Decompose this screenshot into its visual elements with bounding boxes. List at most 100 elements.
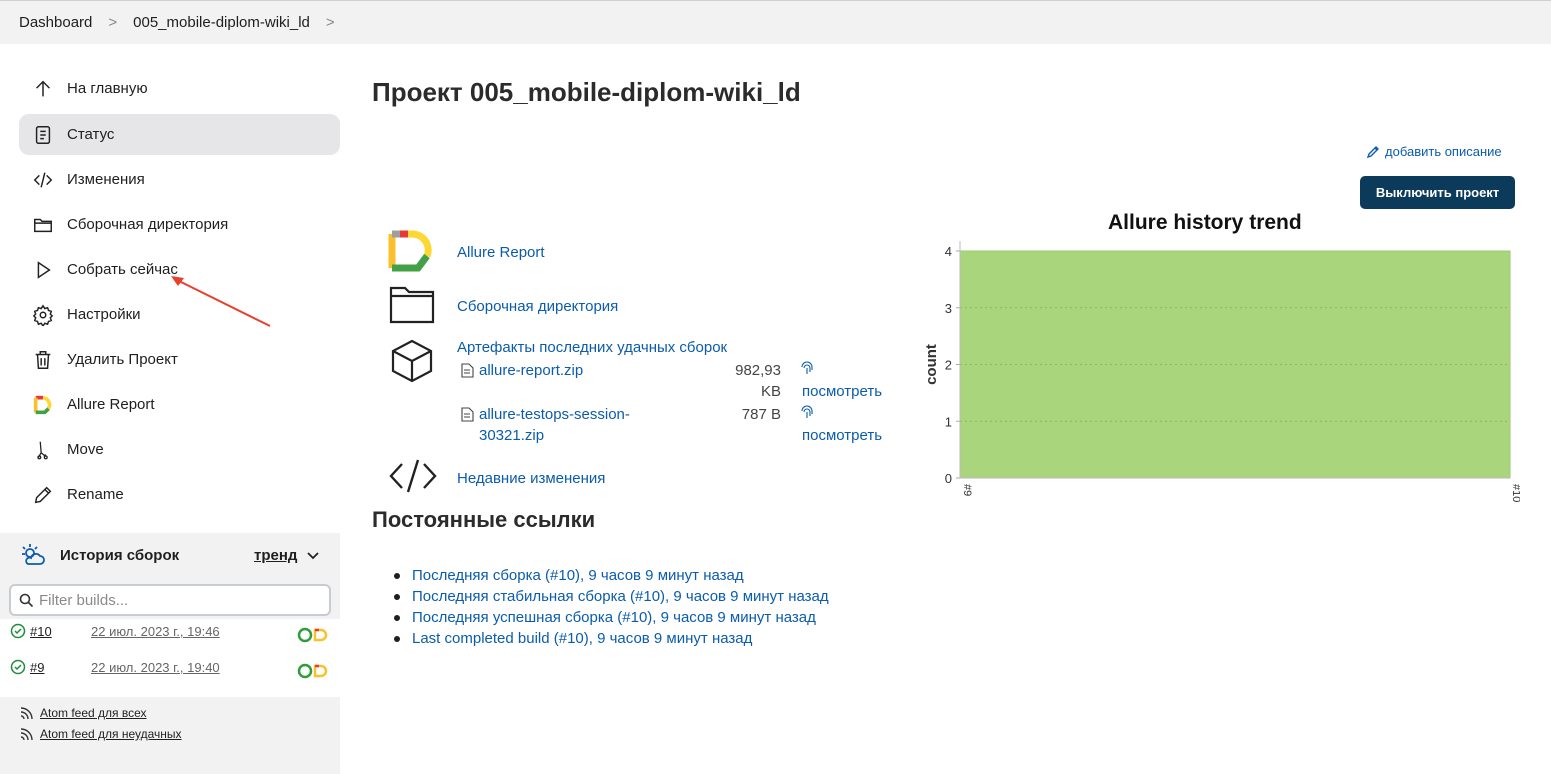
allure-logo-icon: [388, 230, 436, 277]
sidebar-item-label: Статус: [67, 126, 115, 143]
move-icon: [19, 439, 67, 461]
artifact-name-link[interactable]: allure-testops-session- 30321.zip: [479, 404, 659, 446]
sidebar-item-label: Rename: [67, 486, 124, 503]
y-tick-label: 4: [945, 244, 952, 259]
list-item: Последняя успешная сборка (#10), 9 часов…: [394, 607, 829, 628]
search-icon: [19, 593, 34, 612]
sidebar-item-label: Собрать сейчас: [67, 261, 178, 278]
y-axis-label: count: [923, 344, 940, 385]
folder-icon: [388, 283, 436, 330]
build-date-link[interactable]: 22 июл. 2023 г., 19:40: [91, 660, 220, 675]
artifact-name-line: 30321.zip: [479, 427, 545, 444]
page-title: Проект 005_mobile-diplom-wiki_ld: [372, 77, 801, 107]
y-tick-label: 1: [945, 414, 952, 429]
disable-project-button[interactable]: Выключить проект: [1360, 176, 1515, 209]
add-description-label: добавить описание: [1385, 144, 1502, 159]
sidebar-item-changes[interactable]: Изменения: [19, 159, 340, 200]
sidebar-item-label: Настройки: [67, 306, 141, 323]
list-item: Last completed build (#10), 9 часов 9 ми…: [394, 628, 829, 649]
sidebar-item-status[interactable]: Статус: [19, 114, 340, 155]
build-history-title: История сборок: [60, 547, 180, 564]
sidebar-item-label: На главную: [67, 80, 148, 97]
permalink-last-successful[interactable]: Последняя успешная сборка (#10), 9 часов…: [412, 609, 816, 626]
permalink-last-completed[interactable]: Last completed build (#10), 9 часов 9 ми…: [412, 630, 752, 647]
code-icon: [19, 169, 67, 191]
fingerprint-icon[interactable]: [800, 360, 814, 376]
trash-icon: [19, 349, 67, 371]
fingerprint-icon[interactable]: [800, 404, 814, 420]
annotation-arrow: [171, 276, 271, 327]
rss-icon: [20, 706, 33, 719]
code-icon: [388, 458, 438, 499]
success-icon: [10, 623, 26, 642]
build-number-link[interactable]: #10: [30, 624, 52, 639]
gear-icon: [19, 304, 67, 326]
sidebar-item-label: Изменения: [67, 171, 145, 188]
permalinks-title: Постоянные ссылки: [372, 507, 596, 532]
x-tick-label: #9: [961, 484, 973, 496]
chart-title: Allure history trend: [1108, 211, 1302, 234]
chevron-down-icon[interactable]: [306, 548, 320, 567]
artifact-size-value: 982,93: [735, 362, 781, 379]
file-icon: [461, 363, 474, 378]
weather-icon: [20, 542, 46, 573]
rss-icon: [20, 727, 33, 740]
feeds-panel: Atom feed для всех Atom feed для неудачн…: [0, 697, 340, 774]
sidebar-item-label: Move: [67, 441, 104, 458]
y-tick-label: 0: [945, 471, 952, 486]
feed-label: Atom feed для всех: [40, 706, 147, 720]
x-tick-label: #10: [1510, 484, 1520, 502]
feed-label: Atom feed для неудачных: [40, 727, 182, 741]
sidebar-item-workspace[interactable]: Сборочная директория: [19, 204, 340, 245]
sidebar-item-allure[interactable]: Allure Report: [19, 384, 340, 425]
permalinks-list: Последняя сборка (#10), 9 часов 9 минут …: [394, 565, 829, 649]
build-row: #10 22 июл. 2023 г., 19:46: [0, 619, 340, 655]
artifact-size: 787 B: [741, 406, 781, 423]
atom-feed-failed[interactable]: Atom feed для неудачных: [20, 727, 182, 741]
allure-trend-chart[interactable]: 0 1 2 3 4 #9 #10 count: [920, 236, 1520, 516]
sidebar-item-delete[interactable]: Удалить Проект: [19, 339, 340, 380]
workspace-link[interactable]: Сборочная директория: [457, 298, 618, 315]
allure-report-link[interactable]: Allure Report: [457, 244, 545, 261]
success-icon: [10, 659, 26, 678]
arrow-up-icon: [19, 78, 67, 100]
add-description-link[interactable]: добавить описание: [1366, 144, 1502, 159]
y-tick-label: 3: [945, 301, 952, 316]
sidebar-item-label: Удалить Проект: [67, 351, 178, 368]
build-history-panel: История сборок тренд Filter builds...: [0, 533, 340, 619]
build-row: #9 22 июл. 2023 г., 19:40: [0, 655, 340, 691]
view-artifact-link[interactable]: посмотреть: [802, 425, 882, 447]
allure-badge-icon[interactable]: [297, 663, 329, 682]
y-tick-label: 2: [945, 358, 952, 373]
permalink-last-stable[interactable]: Последняя стабильная сборка (#10), 9 час…: [412, 588, 829, 605]
play-icon: [19, 259, 67, 281]
view-artifact-link[interactable]: посмотреть: [802, 381, 882, 403]
trend-link[interactable]: тренд: [254, 547, 297, 564]
breadcrumb-separator[interactable]: >: [326, 14, 335, 31]
atom-feed-all[interactable]: Atom feed для всех: [20, 706, 147, 720]
breadcrumb-dashboard[interactable]: Dashboard: [19, 14, 92, 31]
allure-logo-icon: [19, 394, 67, 416]
filter-placeholder: Filter builds...: [39, 591, 129, 609]
sidebar-item-label: Allure Report: [67, 396, 155, 413]
document-icon: [19, 124, 67, 146]
breadcrumb-separator: >: [108, 14, 118, 31]
filter-builds-input[interactable]: Filter builds...: [9, 584, 331, 616]
artifact-name-line: allure-testops-session-: [479, 406, 630, 423]
pencil-icon: [1366, 145, 1379, 158]
folder-icon: [19, 214, 67, 236]
build-date-link[interactable]: 22 июл. 2023 г., 19:46: [91, 624, 220, 639]
breadcrumb-project[interactable]: 005_mobile-diplom-wiki_ld: [133, 14, 310, 31]
sidebar-item-rename[interactable]: Rename: [19, 474, 340, 515]
artifact-size-unit: KB: [760, 383, 781, 400]
artifacts-link[interactable]: Артефакты последних удачных сборок: [457, 339, 727, 356]
permalink-last-build[interactable]: Последняя сборка (#10), 9 часов 9 минут …: [412, 567, 744, 584]
sidebar-item-move[interactable]: Move: [19, 429, 340, 470]
breadcrumb: Dashboard > 005_mobile-diplom-wiki_ld >: [0, 0, 1551, 44]
sidebar-item-home[interactable]: На главную: [19, 68, 340, 109]
artifact-size: 982,93 KB: [711, 360, 781, 402]
build-number-link[interactable]: #9: [30, 660, 44, 675]
artifact-name-link[interactable]: allure-report.zip: [479, 360, 583, 381]
recent-changes-link[interactable]: Недавние изменения: [457, 470, 605, 487]
allure-badge-icon[interactable]: [297, 627, 329, 646]
